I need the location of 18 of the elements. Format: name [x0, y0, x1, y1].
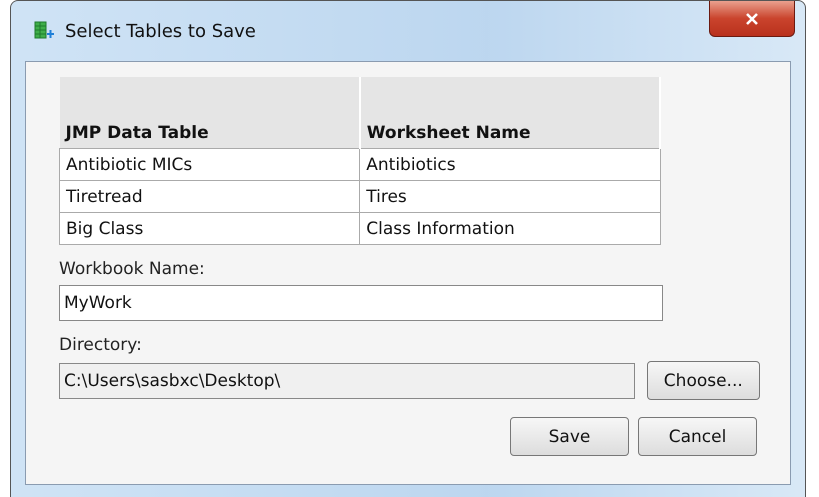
field-label: Directory:	[59, 335, 143, 355]
table-cell[interactable]: Tires	[360, 180, 660, 212]
field-label: Workbook Name:	[59, 259, 206, 279]
column-header: Worksheet Name	[360, 77, 660, 148]
column-header: JMP Data Table	[60, 77, 360, 148]
workbook-name-field[interactable]: MyWork	[59, 285, 663, 321]
table-cell[interactable]: Tiretread	[60, 180, 360, 212]
table-cell[interactable]: Antibiotics	[360, 148, 660, 180]
close-button[interactable]	[709, 1, 795, 37]
window-title: Select Tables to Save	[65, 20, 256, 42]
directory-field[interactable]: C:\Users\sasbxc\Desktop\	[59, 362, 635, 398]
choose-button[interactable]: Choose...	[646, 361, 760, 400]
cancel-button[interactable]: Cancel	[638, 417, 757, 456]
save-button[interactable]: Save	[510, 417, 629, 456]
table-cell[interactable]: Class Information	[360, 212, 660, 244]
close-icon	[745, 12, 759, 24]
table-cell[interactable]: Antibiotic MICs	[60, 148, 360, 180]
table-cell[interactable]: Big Class	[60, 212, 360, 244]
